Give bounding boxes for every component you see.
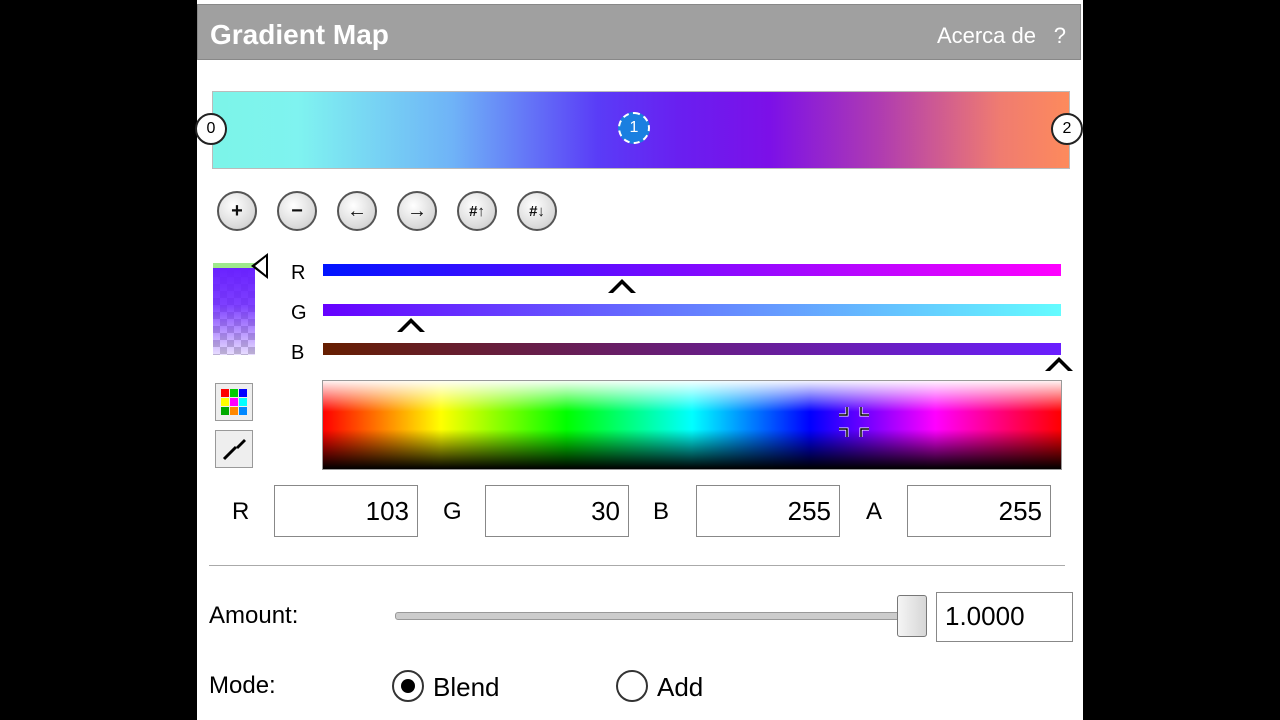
arrow-left-icon: ←	[347, 199, 367, 222]
minus-icon: −	[291, 199, 303, 222]
amount-input[interactable]: 1.0000	[936, 592, 1073, 642]
amount-label: Amount:	[209, 602, 299, 629]
gradient-map-panel: Gradient Map Acerca de ? 0 1 2 + − ← → #…	[195, 0, 1083, 720]
move-right-button[interactable]: →	[397, 191, 437, 231]
channel-handle-r-fill	[612, 284, 632, 294]
about-link[interactable]: Acerca de	[937, 23, 1036, 49]
channel-label-g: G	[291, 302, 307, 324]
amount-slider-thumb[interactable]	[897, 595, 927, 637]
mode-add-label[interactable]: Add	[657, 672, 703, 703]
gradient-bar[interactable]: 0 1 2	[195, 91, 1083, 169]
amount-slider[interactable]	[395, 612, 917, 620]
channel-handle-g-fill	[401, 323, 421, 333]
mode-radio-add[interactable]	[616, 670, 648, 702]
add-stop-button[interactable]: +	[217, 191, 257, 231]
title-bar: Gradient Map Acerca de ?	[197, 4, 1081, 60]
help-link[interactable]: ?	[1054, 23, 1066, 49]
eyedropper-button[interactable]	[215, 430, 253, 468]
palette-button[interactable]	[215, 383, 253, 421]
g-value-input[interactable]: 30	[485, 485, 629, 537]
panel-title: Gradient Map	[210, 19, 389, 50]
plus-icon: +	[231, 199, 243, 222]
spectrum-cursor-icon	[839, 407, 869, 437]
mode-label: Mode:	[209, 672, 276, 699]
mode-radio-blend[interactable]	[392, 670, 424, 702]
channel-slider-r[interactable]	[323, 264, 1061, 276]
channel-label-b: B	[291, 342, 305, 364]
b-value-label: B	[653, 498, 670, 525]
b-value-input[interactable]: 255	[696, 485, 840, 537]
channel-slider-g[interactable]	[323, 304, 1061, 316]
g-value-label: G	[443, 498, 462, 525]
channel-label-r: R	[291, 262, 306, 284]
remove-stop-button[interactable]: −	[277, 191, 317, 231]
hash-up-button[interactable]: #↑	[457, 191, 497, 231]
gradient-stop-1[interactable]: 1	[618, 112, 650, 144]
color-swatch	[213, 263, 255, 355]
a-value-input[interactable]: 255	[907, 485, 1051, 537]
hash-down-icon: #↓	[529, 202, 545, 220]
channel-handle-b-fill	[1049, 362, 1069, 372]
gradient-stop-2[interactable]: 2	[1051, 113, 1083, 145]
r-value-input[interactable]: 103	[274, 485, 418, 537]
hash-up-icon: #↑	[469, 202, 485, 220]
hash-down-button[interactable]: #↓	[517, 191, 557, 231]
swatch-top-strip	[213, 263, 255, 268]
palette-icon	[221, 389, 247, 415]
color-spectrum-picker[interactable]	[322, 380, 1062, 470]
alpha-slider-handle-fill	[255, 257, 266, 275]
move-left-button[interactable]: ←	[337, 191, 377, 231]
eyedropper-icon	[222, 439, 246, 461]
arrow-right-icon: →	[407, 199, 427, 222]
a-value-label: A	[866, 498, 883, 525]
r-value-label: R	[232, 498, 250, 525]
channel-slider-b[interactable]	[323, 343, 1061, 355]
radio-selected-dot	[401, 679, 415, 693]
section-divider	[209, 565, 1065, 566]
mode-blend-label[interactable]: Blend	[433, 672, 500, 703]
gradient-stop-0[interactable]: 0	[195, 113, 227, 145]
